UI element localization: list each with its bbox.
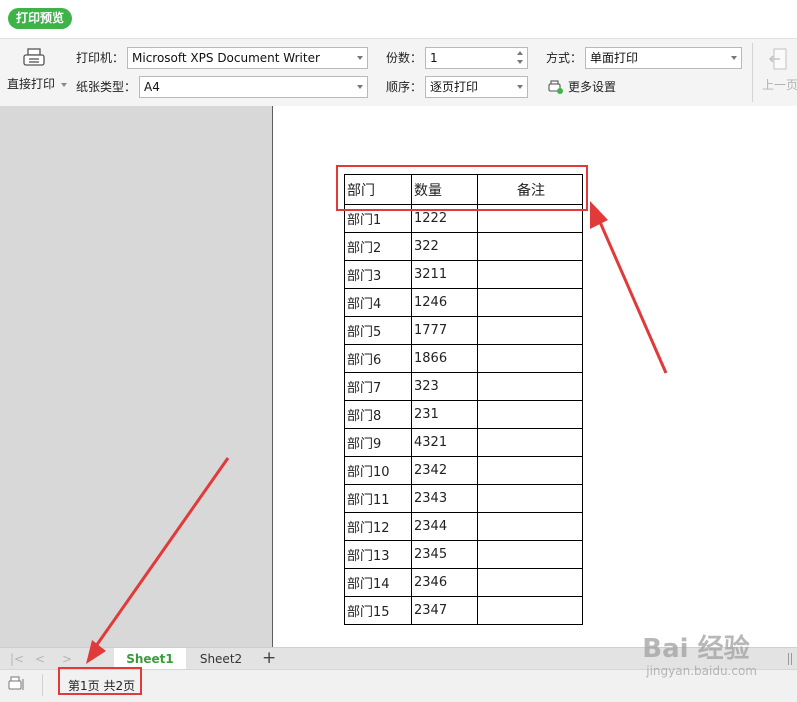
watermark-url: jingyan.baidu.com — [646, 664, 757, 678]
annotation-arrow-head — [86, 640, 106, 664]
annotation-arrow-line — [94, 457, 230, 647]
annotation-arrows — [86, 201, 668, 664]
watermark-brand: Bai 经验 — [642, 634, 750, 664]
watermark: Bai 经验 jingyan.baidu.com — [642, 634, 757, 678]
annotation-arrow-head — [590, 201, 608, 229]
annotation-arrow-line — [598, 221, 668, 374]
